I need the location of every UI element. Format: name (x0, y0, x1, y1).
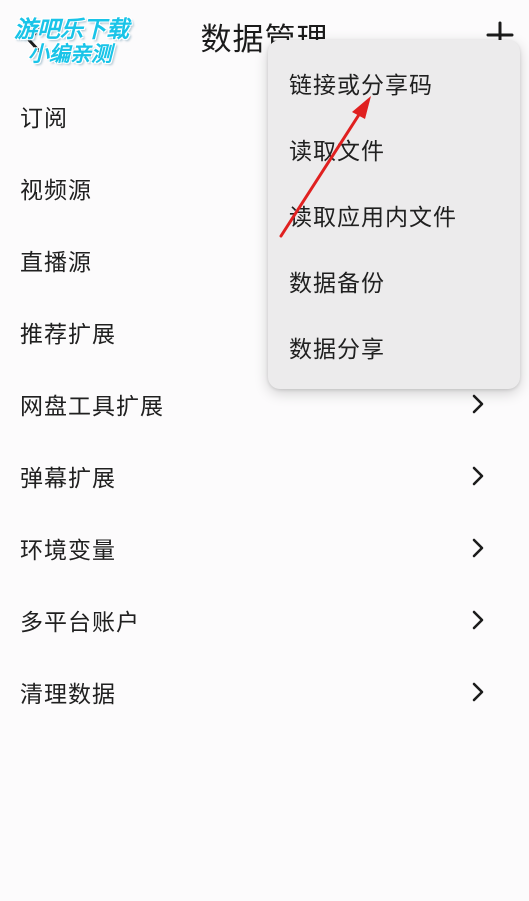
list-item-label: 多平台账户 (20, 610, 140, 636)
menu-item-read-in-app-file[interactable]: 读取应用内文件 (268, 182, 520, 248)
list-item-clear-data[interactable]: 清理数据 (0, 656, 529, 728)
list-item-label: 弹幕扩展 (20, 466, 116, 492)
import-popup-menu: 链接或分享码 读取文件 读取应用内文件 数据备份 数据分享 (268, 40, 520, 389)
chevron-right-icon (471, 393, 485, 415)
list-item-label: 订阅 (20, 106, 68, 132)
chevron-right-icon (471, 609, 485, 631)
chevron-right-icon (471, 465, 485, 487)
list-item-multi-platform-accounts[interactable]: 多平台账户 (0, 584, 529, 656)
chevron-right-icon (471, 681, 485, 703)
list-item-danmaku-extensions[interactable]: 弹幕扩展 (0, 440, 529, 512)
menu-item-read-file[interactable]: 读取文件 (268, 116, 520, 182)
data-management-screen: 数据管理 游吧乐下载 小编亲测 订阅 视频源 直播源 推荐扩展 网盘工具扩展 弹… (0, 0, 529, 901)
list-item-label: 视频源 (20, 178, 92, 204)
menu-item-data-share[interactable]: 数据分享 (268, 314, 520, 380)
list-item-environment-variables[interactable]: 环境变量 (0, 512, 529, 584)
list-item-label: 直播源 (20, 250, 92, 276)
chevron-right-icon (471, 537, 485, 559)
list-item-label: 网盘工具扩展 (20, 394, 164, 420)
list-item-label: 环境变量 (20, 538, 116, 564)
watermark-logo: 游吧乐下载 小编亲测 (14, 8, 154, 68)
list-item-label: 清理数据 (20, 682, 116, 708)
list-item-label: 推荐扩展 (20, 322, 116, 348)
watermark-line2: 小编亲测 (28, 42, 112, 66)
menu-item-data-backup[interactable]: 数据备份 (268, 248, 520, 314)
menu-item-link-or-share-code[interactable]: 链接或分享码 (268, 50, 520, 116)
